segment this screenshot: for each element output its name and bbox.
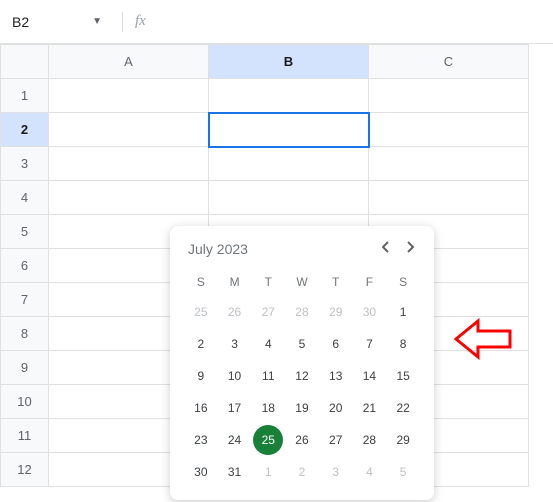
- row-header-8[interactable]: 8: [1, 317, 49, 351]
- date-day[interactable]: 23: [186, 425, 216, 455]
- date-day[interactable]: 6: [321, 329, 351, 359]
- day-of-week-header: F: [353, 268, 387, 296]
- date-day[interactable]: 4: [354, 457, 384, 487]
- date-day[interactable]: 24: [220, 425, 250, 455]
- cell-a3[interactable]: [49, 147, 209, 181]
- date-day[interactable]: 3: [220, 329, 250, 359]
- date-day[interactable]: 5: [388, 457, 418, 487]
- date-day[interactable]: 28: [287, 297, 317, 327]
- date-picker-title: July 2023: [188, 241, 248, 257]
- date-day[interactable]: 18: [253, 393, 283, 423]
- date-picker: July 2023 SMTWTFS25262728293012345678910…: [170, 226, 434, 500]
- date-day[interactable]: 21: [354, 393, 384, 423]
- date-day[interactable]: 5: [287, 329, 317, 359]
- column-header-b[interactable]: B: [209, 45, 369, 79]
- date-day[interactable]: 14: [354, 361, 384, 391]
- date-day[interactable]: 16: [186, 393, 216, 423]
- date-day[interactable]: 3: [321, 457, 351, 487]
- date-picker-nav: [380, 240, 416, 258]
- date-day[interactable]: 25: [186, 297, 216, 327]
- day-of-week-header: T: [251, 268, 285, 296]
- date-day[interactable]: 7: [354, 329, 384, 359]
- row-header-4[interactable]: 4: [1, 181, 49, 215]
- day-of-week-header: W: [285, 268, 319, 296]
- row-header-12[interactable]: 12: [1, 453, 49, 487]
- date-day[interactable]: 2: [287, 457, 317, 487]
- row-header-7[interactable]: 7: [1, 283, 49, 317]
- row-header-11[interactable]: 11: [1, 419, 49, 453]
- divider: [122, 12, 123, 32]
- date-day[interactable]: 29: [388, 425, 418, 455]
- row-header-1[interactable]: 1: [1, 79, 49, 113]
- column-header-c[interactable]: C: [369, 45, 529, 79]
- row-header-3[interactable]: 3: [1, 147, 49, 181]
- cell-a2[interactable]: [49, 113, 209, 147]
- cell-b4[interactable]: [209, 181, 369, 215]
- next-month-button[interactable]: [406, 240, 416, 258]
- day-of-week-header: S: [386, 268, 420, 296]
- date-day[interactable]: 17: [220, 393, 250, 423]
- date-day[interactable]: 29: [321, 297, 351, 327]
- day-of-week-header: T: [319, 268, 353, 296]
- row-header-5[interactable]: 5: [1, 215, 49, 249]
- arrow-left-icon: [454, 317, 514, 361]
- day-of-week-header: M: [218, 268, 252, 296]
- date-day[interactable]: 8: [388, 329, 418, 359]
- cell-b2[interactable]: [209, 113, 369, 147]
- prev-month-button[interactable]: [380, 240, 390, 258]
- cell-a1[interactable]: [49, 79, 209, 113]
- date-day[interactable]: 13: [321, 361, 351, 391]
- cell-c2[interactable]: [369, 113, 529, 147]
- date-day[interactable]: 30: [354, 297, 384, 327]
- date-day[interactable]: 26: [220, 297, 250, 327]
- date-day[interactable]: 27: [321, 425, 351, 455]
- name-box[interactable]: B2 ▼: [12, 14, 102, 30]
- date-day[interactable]: 31: [220, 457, 250, 487]
- date-day[interactable]: 1: [253, 457, 283, 487]
- row-header-2[interactable]: 2: [1, 113, 49, 147]
- row-header-6[interactable]: 6: [1, 249, 49, 283]
- date-today[interactable]: 25: [253, 425, 283, 455]
- date-day[interactable]: 4: [253, 329, 283, 359]
- date-day[interactable]: 2: [186, 329, 216, 359]
- date-day[interactable]: 19: [287, 393, 317, 423]
- chevron-left-icon: [380, 241, 390, 253]
- day-of-week-header: S: [184, 268, 218, 296]
- name-box-value: B2: [12, 14, 29, 30]
- date-day[interactable]: 22: [388, 393, 418, 423]
- cell-b3[interactable]: [209, 147, 369, 181]
- date-picker-header: July 2023: [184, 240, 420, 258]
- select-all-corner[interactable]: [1, 45, 49, 79]
- date-day[interactable]: 11: [253, 361, 283, 391]
- cell-c4[interactable]: [369, 181, 529, 215]
- date-day[interactable]: 1: [388, 297, 418, 327]
- cell-c3[interactable]: [369, 147, 529, 181]
- date-day[interactable]: 12: [287, 361, 317, 391]
- date-day[interactable]: 15: [388, 361, 418, 391]
- annotation-arrow: [454, 317, 514, 366]
- date-day[interactable]: 9: [186, 361, 216, 391]
- cell-c1[interactable]: [369, 79, 529, 113]
- dropdown-icon[interactable]: ▼: [92, 16, 102, 27]
- formula-bar: B2 ▼ fx: [0, 0, 553, 44]
- date-picker-grid: SMTWTFS252627282930123456789101112131415…: [184, 268, 420, 488]
- fx-icon[interactable]: fx: [135, 13, 146, 30]
- cell-a4[interactable]: [49, 181, 209, 215]
- date-day[interactable]: 20: [321, 393, 351, 423]
- column-header-a[interactable]: A: [49, 45, 209, 79]
- row-header-9[interactable]: 9: [1, 351, 49, 385]
- date-day[interactable]: 26: [287, 425, 317, 455]
- date-day[interactable]: 28: [354, 425, 384, 455]
- date-day[interactable]: 30: [186, 457, 216, 487]
- date-day[interactable]: 27: [253, 297, 283, 327]
- cell-b1[interactable]: [209, 79, 369, 113]
- date-day[interactable]: 10: [220, 361, 250, 391]
- row-header-10[interactable]: 10: [1, 385, 49, 419]
- spreadsheet-grid: ABC123456789101112 July 2023 SMTWTFS2526…: [0, 44, 553, 487]
- chevron-right-icon: [406, 241, 416, 253]
